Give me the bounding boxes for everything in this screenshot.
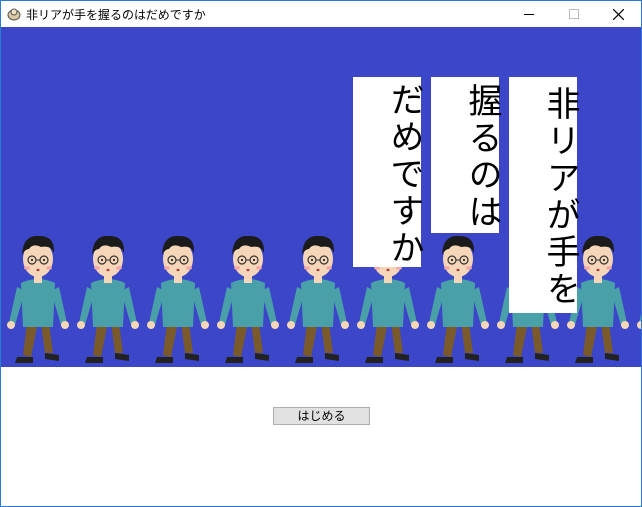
walking-person <box>217 227 279 367</box>
walking-person <box>77 227 139 367</box>
message-panel-2: 握るのは <box>431 77 502 233</box>
walking-person <box>7 227 69 367</box>
close-icon <box>613 8 624 20</box>
walking-person <box>427 227 489 367</box>
message-panel-3: だめですか <box>353 77 424 267</box>
app-window: 非リアが手を握るのはだめですか 非リアが手を 握るのは だめですか はじめる <box>0 0 642 507</box>
minimize-icon <box>523 14 534 15</box>
maximize-button[interactable] <box>551 1 596 27</box>
close-button[interactable] <box>596 1 641 27</box>
maximize-icon <box>568 9 579 19</box>
minimize-button[interactable] <box>506 1 551 27</box>
start-button[interactable]: はじめる <box>273 407 370 425</box>
walking-person <box>287 227 349 367</box>
message-panel-1: 非リアが手を <box>509 77 580 313</box>
title-bar[interactable]: 非リアが手を握るのはだめですか <box>1 1 641 27</box>
game-canvas: 非リアが手を 握るのは だめですか <box>1 27 641 367</box>
app-icon <box>7 6 21 21</box>
walking-person <box>637 227 641 367</box>
window-title: 非リアが手を握るのはだめですか <box>26 8 206 22</box>
walking-person <box>147 227 209 367</box>
